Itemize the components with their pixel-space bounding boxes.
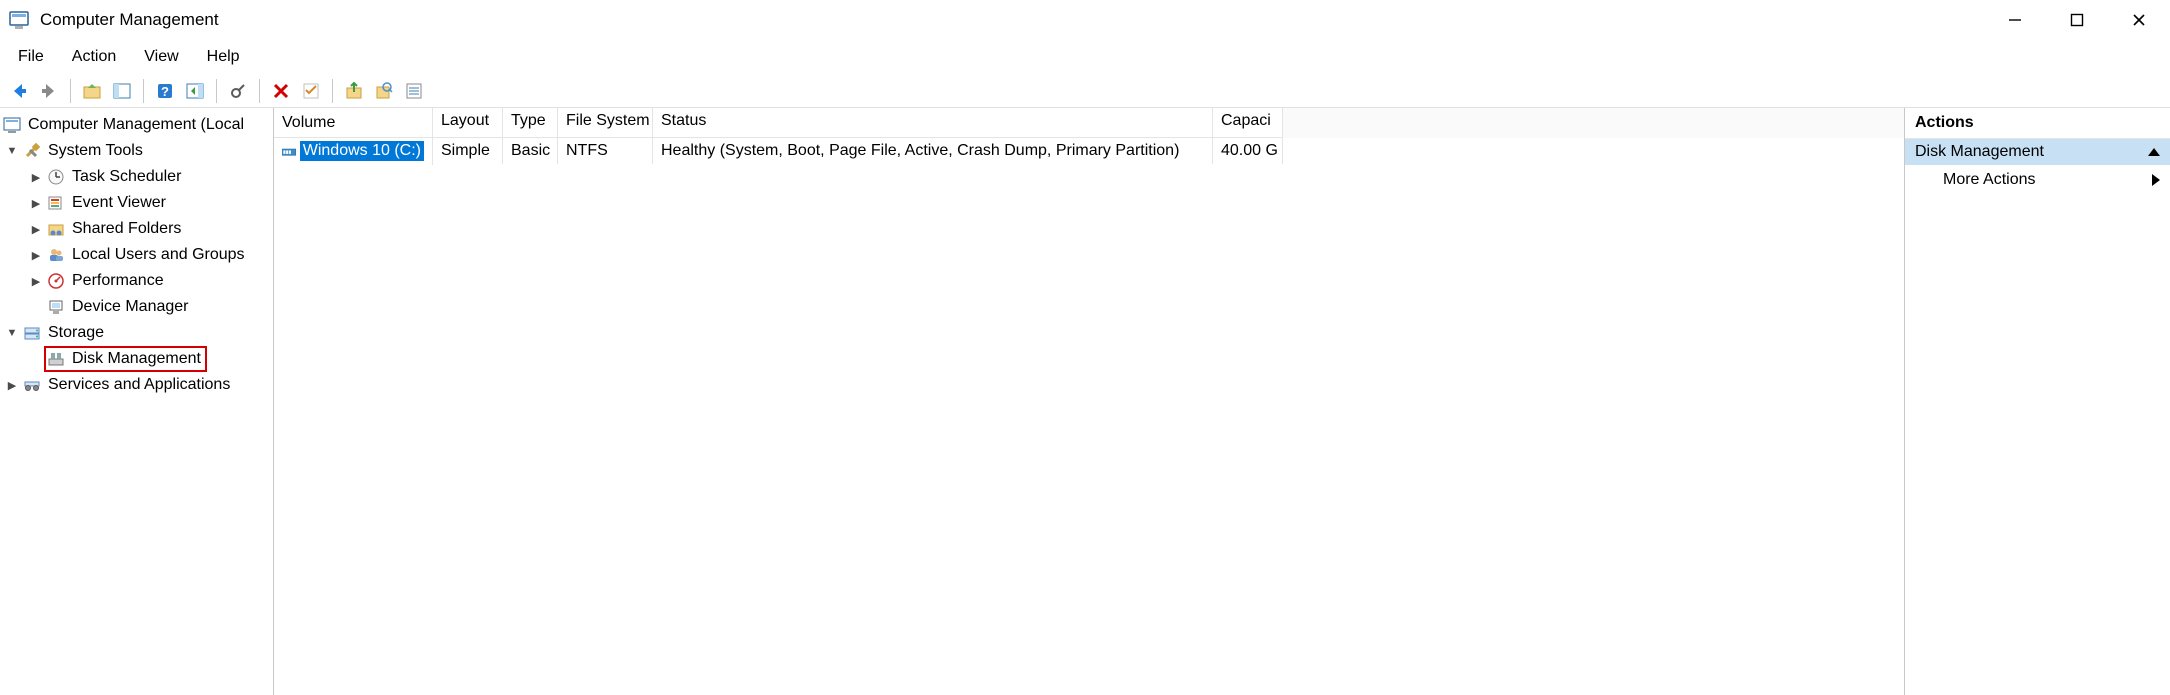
tree-event-viewer-label: Event Viewer — [72, 194, 166, 212]
shared-folder-icon — [46, 219, 66, 239]
tree-root[interactable]: Computer Management (Local — [0, 112, 273, 138]
performance-icon — [46, 271, 66, 291]
expand-icon[interactable]: ▶ — [28, 247, 44, 263]
toolbar-separator — [259, 79, 260, 103]
grid-pane: Volume Layout Type File System Status Ca… — [274, 108, 1905, 695]
properties2-button[interactable] — [298, 78, 324, 104]
cell-fs: NTFS — [558, 138, 653, 164]
submenu-arrow-icon — [2152, 174, 2160, 186]
toolbar: ? — [0, 74, 2170, 108]
svg-text:?: ? — [161, 84, 169, 99]
expand-icon[interactable]: ▶ — [4, 377, 20, 393]
col-layout[interactable]: Layout — [433, 108, 503, 138]
users-icon — [46, 245, 66, 265]
services-icon — [22, 375, 42, 395]
forward-button[interactable] — [36, 78, 62, 104]
tree-event-viewer[interactable]: ▶ Event Viewer — [0, 190, 273, 216]
cell-type: Basic — [503, 138, 558, 164]
tree-local-users[interactable]: ▶ Local Users and Groups — [0, 242, 273, 268]
storage-icon — [22, 323, 42, 343]
tree-shared-folders[interactable]: ▶ Shared Folders — [0, 216, 273, 242]
cell-capacity: 40.00 G — [1213, 138, 1283, 164]
menu-action[interactable]: Action — [62, 44, 126, 70]
cell-status: Healthy (System, Boot, Page File, Active… — [653, 138, 1213, 164]
settings-button[interactable] — [225, 78, 251, 104]
tree-disk-management[interactable]: Disk Management — [0, 346, 273, 372]
grid-header: Volume Layout Type File System Status Ca… — [274, 108, 1904, 138]
back-button[interactable] — [6, 78, 32, 104]
minimize-button[interactable] — [1984, 0, 2046, 40]
cell-volume: Windows 10 (C:) — [274, 137, 433, 165]
export-button[interactable] — [341, 78, 367, 104]
tree-task-scheduler-label: Task Scheduler — [72, 168, 181, 186]
collapse-icon[interactable]: ▼ — [4, 143, 20, 159]
col-volume[interactable]: Volume — [274, 108, 433, 138]
tree-performance[interactable]: ▶ Performance — [0, 268, 273, 294]
tree-device-manager[interactable]: ▶ Device Manager — [0, 294, 273, 320]
expand-icon[interactable]: ▶ — [28, 273, 44, 289]
menu-help[interactable]: Help — [197, 44, 250, 70]
clock-icon — [46, 167, 66, 187]
event-icon — [46, 193, 66, 213]
actions-more[interactable]: More Actions — [1905, 165, 2170, 195]
delete-button[interactable] — [268, 78, 294, 104]
col-capacity[interactable]: Capaci — [1213, 108, 1283, 138]
tree-services-apps-label: Services and Applications — [48, 376, 230, 394]
tree-root-label: Computer Management (Local — [28, 116, 244, 134]
actions-more-label: More Actions — [1943, 171, 2035, 189]
toolbar-separator — [216, 79, 217, 103]
tree-storage[interactable]: ▼ Storage — [0, 320, 273, 346]
tree-performance-label: Performance — [72, 272, 164, 290]
col-fs[interactable]: File System — [558, 108, 653, 138]
cell-layout: Simple — [433, 138, 503, 164]
tree-shared-folders-label: Shared Folders — [72, 220, 181, 238]
up-button[interactable] — [79, 78, 105, 104]
tree-device-manager-label: Device Manager — [72, 298, 189, 316]
col-type[interactable]: Type — [503, 108, 558, 138]
window-buttons — [1984, 0, 2170, 40]
help-button[interactable]: ? — [152, 78, 178, 104]
tree-system-tools[interactable]: ▼ System Tools — [0, 138, 273, 164]
find-button[interactable] — [371, 78, 397, 104]
cell-volume-text: Windows 10 (C:) — [300, 141, 424, 161]
disk-mgmt-icon — [46, 349, 66, 369]
app-icon — [8, 9, 30, 31]
actions-section-header[interactable]: Disk Management — [1905, 139, 2170, 165]
tree-storage-label: Storage — [48, 324, 104, 342]
tree-disk-management-label: Disk Management — [72, 350, 201, 368]
actions-section-label: Disk Management — [1915, 143, 2044, 161]
toolbar-separator — [143, 79, 144, 103]
collapse-up-icon — [2148, 148, 2160, 156]
tree-task-scheduler[interactable]: ▶ Task Scheduler — [0, 164, 273, 190]
list-button[interactable] — [401, 78, 427, 104]
tree-local-users-label: Local Users and Groups — [72, 246, 245, 264]
expand-icon[interactable]: ▶ — [28, 221, 44, 237]
toolbar-separator — [332, 79, 333, 103]
expand-icon[interactable]: ▶ — [28, 169, 44, 185]
table-row[interactable]: Windows 10 (C:) Simple Basic NTFS Health… — [274, 138, 1904, 164]
actions-pane: Actions Disk Management More Actions — [1905, 108, 2170, 695]
tree-pane: Computer Management (Local ▼ System Tool… — [0, 108, 274, 695]
actions-title: Actions — [1905, 108, 2170, 139]
maximize-button[interactable] — [2046, 0, 2108, 40]
menu-view[interactable]: View — [134, 44, 188, 70]
content-area: Computer Management (Local ▼ System Tool… — [0, 108, 2170, 695]
titlebar: Computer Management — [0, 0, 2170, 40]
col-status[interactable]: Status — [653, 108, 1213, 138]
window-title: Computer Management — [40, 10, 1984, 30]
expand-icon[interactable]: ▶ — [28, 195, 44, 211]
tools-icon — [22, 141, 42, 161]
menu-file[interactable]: File — [8, 44, 54, 70]
action-pane-button[interactable] — [182, 78, 208, 104]
device-icon — [46, 297, 66, 317]
show-hide-tree-button[interactable] — [109, 78, 135, 104]
collapse-icon[interactable]: ▼ — [4, 325, 20, 341]
close-button[interactable] — [2108, 0, 2170, 40]
tree-services-apps[interactable]: ▶ Services and Applications — [0, 372, 273, 398]
volume-icon — [282, 144, 296, 158]
tree-system-tools-label: System Tools — [48, 142, 143, 160]
toolbar-separator — [70, 79, 71, 103]
mmc-icon — [2, 115, 22, 135]
menubar: File Action View Help — [0, 40, 2170, 74]
